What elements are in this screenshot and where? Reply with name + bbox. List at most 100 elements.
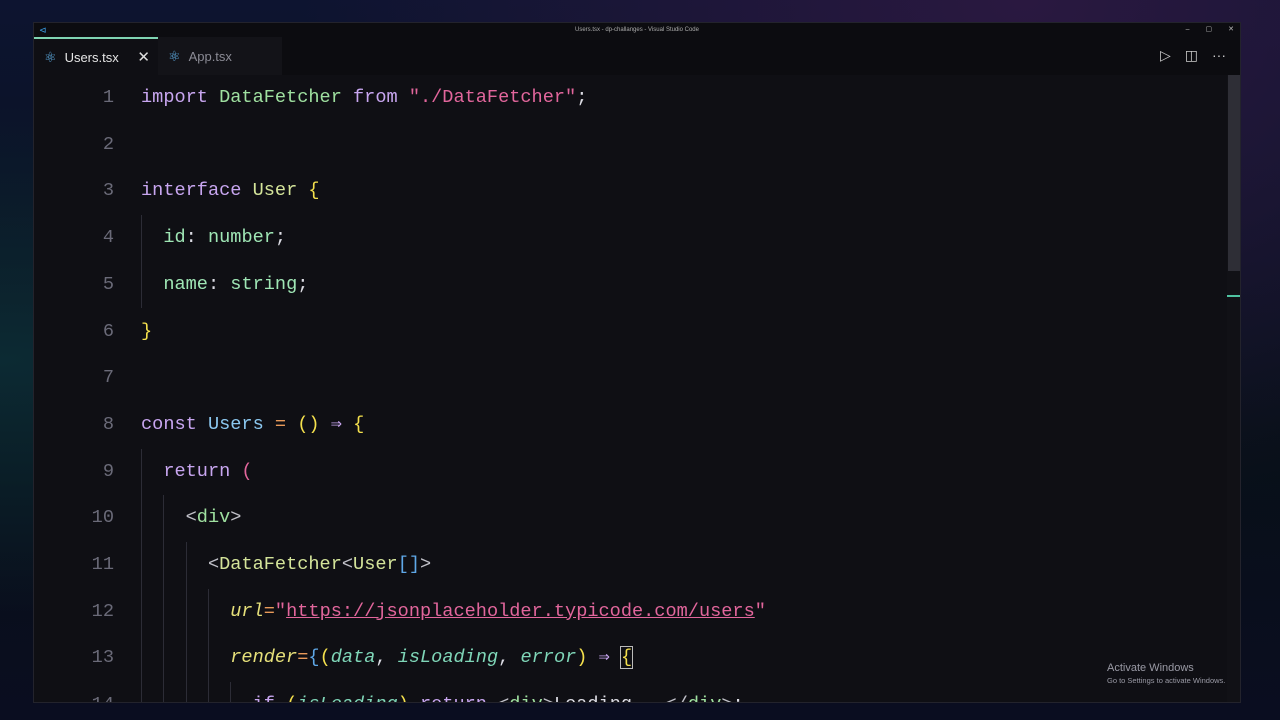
- line-number: 2: [102, 133, 114, 155]
- code-token-keyword: ⇒: [598, 647, 621, 669]
- code-line[interactable]: 12 url="https://jsonplaceholder.typicode.…: [34, 597, 1224, 627]
- code-line[interactable]: 3 interface User {: [34, 176, 1224, 206]
- code-content: interface User {: [141, 176, 320, 206]
- scrollbar-thumb[interactable]: [1228, 75, 1240, 271]
- line-number: 11: [91, 554, 114, 575]
- code-token-prop: name: [163, 273, 208, 295]
- run-icon[interactable]: ▷: [1160, 47, 1171, 64]
- code-token-attr: url: [230, 600, 264, 622]
- code-token-plain: ,: [498, 647, 521, 669]
- tab-label: App.tsx: [188, 48, 232, 64]
- code-token-keyword: import: [141, 87, 220, 108]
- code-token-punc: >: [721, 694, 732, 702]
- code-line[interactable]: 10 <div>: [34, 503, 1224, 533]
- code-token-string: ": [754, 600, 766, 622]
- close-tab-icon[interactable]: ✕: [137, 48, 150, 66]
- code-token-string: "./DataFetcher": [408, 87, 577, 108]
- code-token-brace: {: [308, 180, 320, 202]
- code-content: <div>: [186, 503, 242, 533]
- code-token-brace: (): [297, 413, 331, 435]
- code-token-brace: (: [319, 647, 331, 669]
- code-line[interactable]: 11 <DataFetcher<User[]>: [34, 550, 1224, 580]
- line-number: 8: [102, 413, 114, 435]
- close-window-button[interactable]: ✕: [1228, 23, 1234, 37]
- code-token-string: https://jsonplaceholder.typicode.com/use…: [286, 600, 755, 622]
- code-token-tag: DataFetcher: [219, 554, 342, 575]
- code-token-punc: >: [420, 554, 432, 575]
- code-token-type: div: [509, 694, 542, 702]
- code-token-op: =: [263, 600, 275, 622]
- minimize-button[interactable]: –: [1186, 23, 1190, 37]
- code-line[interactable]: 4 id: number;: [34, 223, 1224, 253]
- code-line[interactable]: 14if (isLoading) return <div>Loading...<…: [34, 690, 1224, 702]
- code-token-bracket: []: [397, 554, 421, 575]
- code-line[interactable]: 6}: [34, 317, 1224, 347]
- line-number: 6: [102, 320, 114, 342]
- line-number: 14: [74, 690, 114, 702]
- line-number: 5: [102, 273, 114, 295]
- code-content: render={(data, isLoading, error) ⇒ {: [230, 643, 634, 673]
- code-token-plain: Loading...: [554, 694, 666, 702]
- code-token-prop: id: [163, 227, 186, 249]
- line-number: 10: [91, 507, 114, 529]
- tab-app-tsx[interactable]: ⚛ App.tsx: [158, 37, 282, 75]
- react-icon: ⚛: [44, 48, 57, 65]
- code-token-op: =: [274, 413, 298, 435]
- code-token-plain: :: [185, 227, 208, 249]
- code-token-tag: User: [252, 180, 309, 202]
- code-token-type: div: [196, 507, 231, 529]
- code-token-punc: </: [666, 694, 688, 702]
- code-content: id: number;: [163, 223, 286, 253]
- tab-bar: ⚛ Users.tsx ✕ ⚛ App.tsx ▷ ◫ ···: [34, 37, 1240, 75]
- code-token-plain: :: [207, 273, 231, 295]
- code-token-keyword: const: [141, 413, 208, 435]
- code-content: return (: [163, 457, 252, 487]
- vertical-scrollbar[interactable]: [1227, 75, 1240, 702]
- code-line[interactable]: 8 const Users = () ⇒ {: [34, 410, 1224, 440]
- code-line[interactable]: 1 import DataFetcher from "./DataFetcher"…: [34, 83, 1224, 113]
- code-token-brace: {: [353, 413, 365, 435]
- maximize-button[interactable]: ▢: [1206, 23, 1213, 37]
- code-content: if (isLoading) return <div>Loading...</d…: [253, 690, 744, 702]
- code-token-prop: number: [207, 227, 275, 249]
- code-token-punc: <: [207, 554, 220, 575]
- code-token-punc: >: [543, 694, 554, 702]
- code-token-punc: <: [185, 507, 197, 529]
- code-token-param: isLoading: [297, 694, 397, 702]
- line-number: 12: [91, 600, 114, 622]
- code-token-keyword: ⇒: [330, 413, 354, 435]
- tab-label: Users.tsx: [64, 49, 119, 65]
- code-line[interactable]: 9 return (: [34, 457, 1224, 487]
- code-content: name: string;: [163, 270, 308, 300]
- code-token-string: ": [274, 600, 287, 622]
- tab-users-tsx[interactable]: ⚛ Users.tsx ✕: [34, 37, 158, 75]
- split-editor-icon[interactable]: ◫: [1185, 47, 1198, 64]
- line-number: 1: [102, 87, 114, 108]
- code-token-brace: ): [398, 694, 420, 702]
- code-token-plain: ;: [297, 273, 309, 295]
- line-number: 3: [102, 180, 114, 202]
- code-token-param: data: [330, 647, 376, 669]
- code-token-param: isLoading: [397, 647, 499, 669]
- activate-windows-watermark: Activate Windows Go to Settings to activ…: [1107, 662, 1225, 685]
- code-content: url="https://jsonplaceholder.typicode.co…: [230, 597, 766, 627]
- code-line[interactable]: 5 name: string;: [34, 270, 1224, 300]
- scrollbar-cursor-marker: [1227, 295, 1240, 297]
- window-title: Users.tsx - dp-challanges - Visual Studi…: [575, 27, 699, 33]
- code-line[interactable]: 2: [34, 130, 1224, 160]
- code-token-brace: (: [286, 694, 297, 702]
- code-token-brace: ): [576, 647, 599, 669]
- more-actions-icon[interactable]: ···: [1212, 47, 1226, 64]
- code-token-keyword: from: [341, 87, 409, 108]
- code-token-bracket: {: [308, 647, 320, 669]
- activate-subtitle: Go to Settings to activate Windows.: [1107, 676, 1226, 685]
- code-line[interactable]: 7: [34, 363, 1224, 393]
- code-token-plain: ;: [576, 87, 588, 108]
- code-token-param: error: [520, 647, 577, 669]
- activate-title: Activate Windows: [1107, 662, 1194, 674]
- line-number: 7: [102, 367, 114, 389]
- code-content: }: [141, 317, 152, 347]
- code-editor[interactable]: 1 import DataFetcher from "./DataFetcher"…: [34, 75, 1240, 702]
- code-line[interactable]: 13 render={(data, isLoading, error) ⇒ {: [34, 643, 1224, 673]
- code-token-punc: <: [498, 694, 509, 702]
